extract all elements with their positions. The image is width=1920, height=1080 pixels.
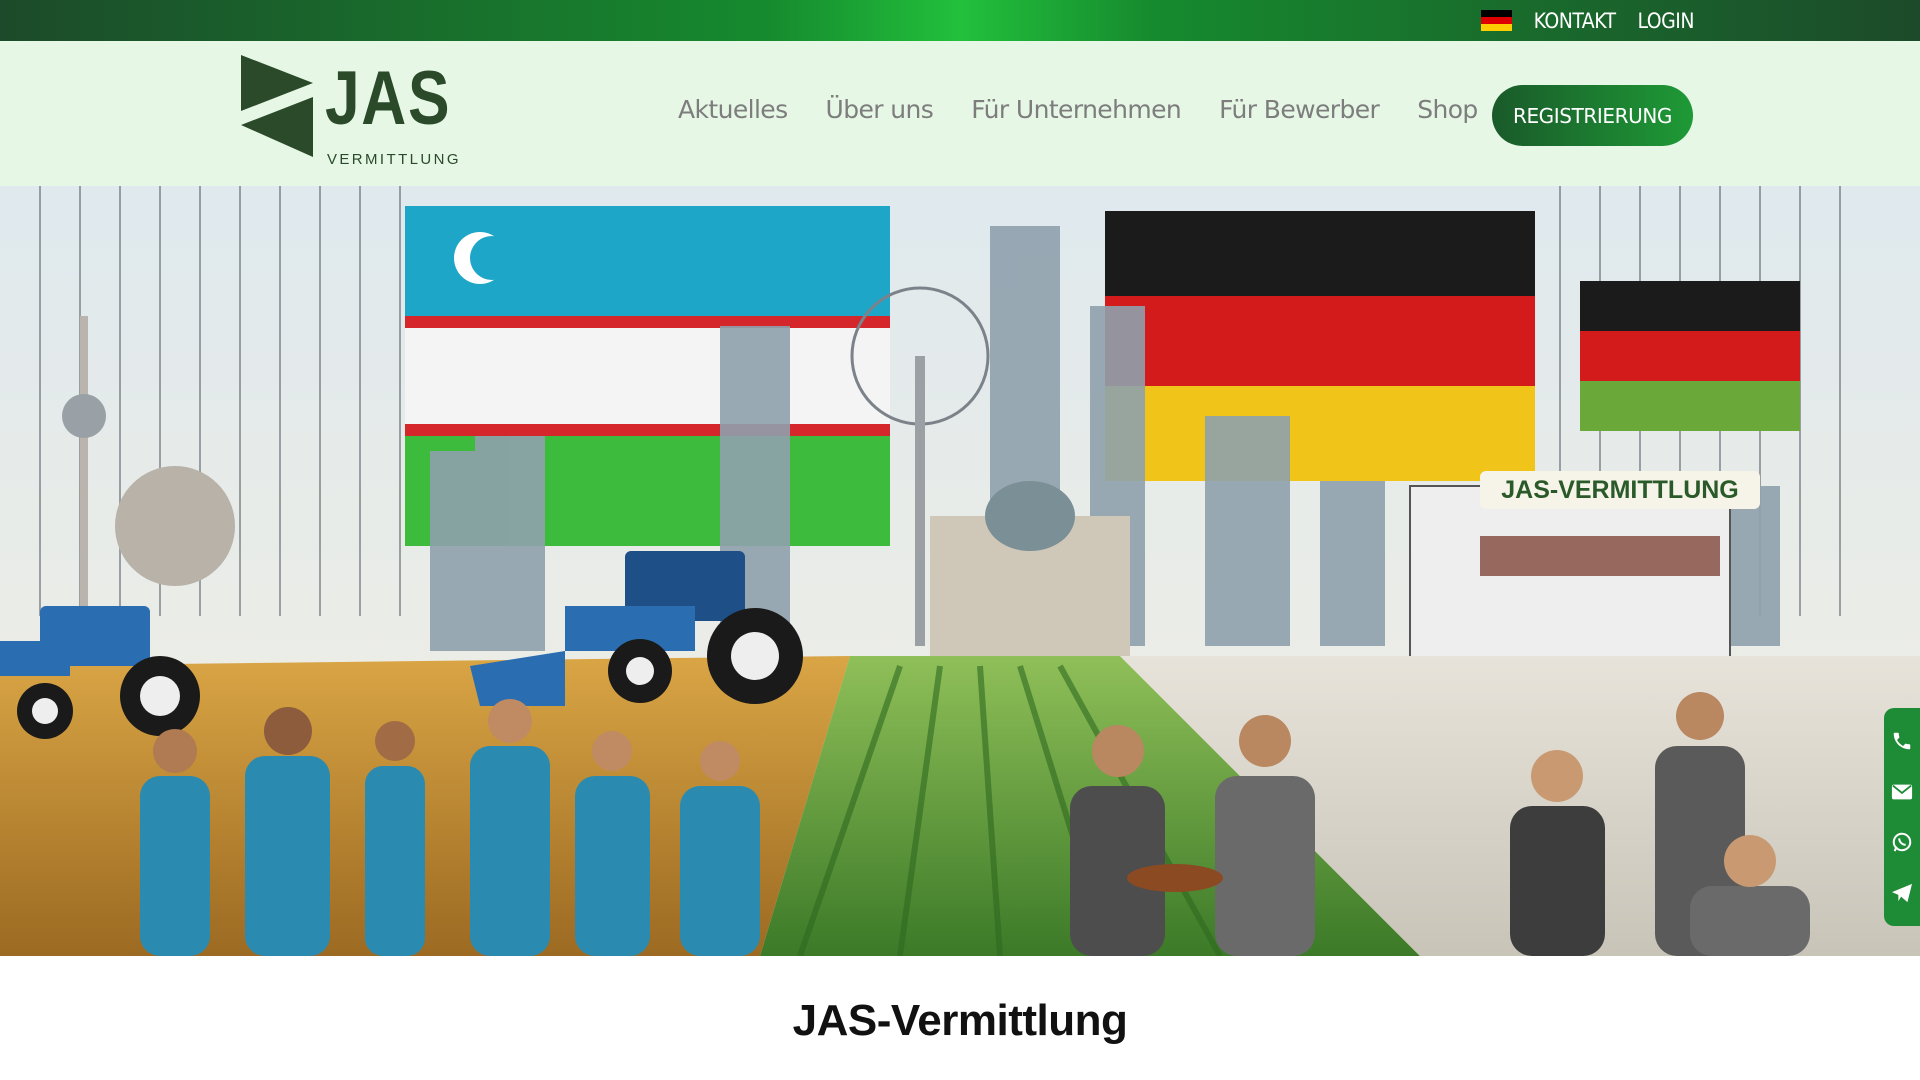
hero-illustration: JAS-VERMITTLUNG [0, 186, 1920, 956]
phone-icon[interactable] [1890, 729, 1914, 753]
top-bar-links: KONTAKT LOGIN [1480, 9, 1695, 33]
site-header: JAS VERMITTLUNG Aktuelles Über uns Für U… [0, 41, 1920, 186]
whatsapp-icon[interactable] [1890, 830, 1914, 854]
nav-aktuelles[interactable]: Aktuelles [678, 95, 788, 124]
logo-wordmark: JAS [325, 56, 452, 141]
page-title: JAS-Vermittlung [792, 996, 1128, 1045]
hero-image: JAS-VERMITTLUNG [0, 186, 1920, 956]
nav-fuer-bewerber[interactable]: Für Bewerber [1219, 95, 1380, 124]
login-link[interactable]: LOGIN [1638, 9, 1695, 33]
site-logo[interactable]: JAS VERMITTLUNG [241, 55, 459, 170]
contact-link[interactable]: KONTAKT [1534, 9, 1616, 33]
top-bar: KONTAKT LOGIN [0, 0, 1920, 41]
nav-ueber-uns[interactable]: Über uns [826, 95, 934, 124]
register-button[interactable]: REGISTRIERUNG [1492, 85, 1693, 146]
nav-shop[interactable]: Shop [1417, 95, 1478, 124]
booth-sign: JAS-VERMITTLUNG [1501, 476, 1739, 504]
logo-subtext: VERMITTLUNG [327, 151, 461, 168]
telegram-icon[interactable] [1890, 881, 1914, 905]
mail-icon[interactable] [1890, 780, 1914, 804]
content-section: JAS-Vermittlung [0, 956, 1920, 1080]
main-nav: Aktuelles Über uns Für Unternehmen Für B… [678, 95, 1478, 124]
social-sidebar [1884, 708, 1920, 926]
nav-fuer-unternehmen[interactable]: Für Unternehmen [971, 95, 1182, 124]
de-flag-icon[interactable] [1480, 10, 1512, 31]
logo-mark-icon [241, 55, 313, 157]
